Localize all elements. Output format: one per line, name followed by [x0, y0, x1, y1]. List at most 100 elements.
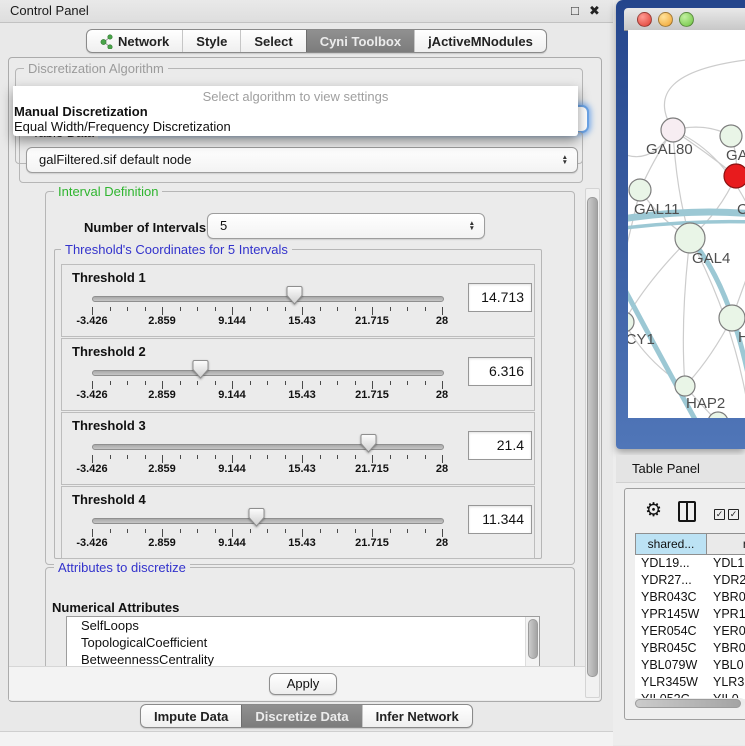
- slider-track[interactable]: [92, 370, 444, 376]
- minor-tick: [197, 381, 198, 385]
- network-window-titlebar[interactable]: [624, 8, 745, 31]
- network-node[interactable]: [724, 164, 745, 188]
- table-panel-titlebar: Table Panel: [616, 455, 745, 483]
- minor-tick: [320, 381, 321, 385]
- slider-track[interactable]: [92, 518, 444, 524]
- table-data-combobox[interactable]: galFiltered.sif default node ▲▼: [26, 147, 578, 173]
- float-icon[interactable]: □: [571, 3, 579, 18]
- table-row[interactable]: YBL079WYBL0: [635, 657, 745, 674]
- table-cell[interactable]: YBL079W: [635, 657, 707, 674]
- table-cell[interactable]: YLR3: [707, 674, 745, 691]
- panel-scrollbar-thumb[interactable]: [587, 197, 598, 677]
- minor-tick: [215, 307, 216, 311]
- tab-label: jActiveMNodules: [428, 34, 533, 49]
- table-cell[interactable]: YBR045C: [635, 640, 707, 657]
- slider-track[interactable]: [92, 444, 444, 450]
- tab-cyni-toolbox[interactable]: Cyni Toolbox: [306, 30, 414, 52]
- tab-impute-data[interactable]: Impute Data: [141, 705, 241, 727]
- checkbox-icon[interactable]: ✓: [714, 509, 725, 520]
- tab-discretize-data[interactable]: Discretize Data: [241, 705, 361, 727]
- table-row[interactable]: YER054CYER0: [635, 623, 745, 640]
- attribute-list-item[interactable]: SelfLoops: [67, 617, 539, 634]
- threshold-value-field[interactable]: 6.316: [468, 357, 532, 386]
- table-cell[interactable]: YER054C: [635, 623, 707, 640]
- panel-scrollbar[interactable]: [585, 188, 600, 698]
- column-header[interactable]: na: [707, 533, 745, 555]
- dropdown-placeholder-item[interactable]: Select algorithm to view settings: [13, 86, 578, 104]
- close-light[interactable]: [637, 12, 652, 27]
- network-node[interactable]: [708, 412, 728, 418]
- table-cell[interactable]: YBR0: [707, 589, 745, 606]
- slider-thumb[interactable]: [192, 360, 209, 379]
- checkbox-icon[interactable]: ✓: [728, 509, 739, 520]
- slider-thumb[interactable]: [286, 286, 303, 305]
- table-cell[interactable]: YBR043C: [635, 589, 707, 606]
- table-panel-body: ⚙ ✓ ✓ shared...na YDL19...YDL1YDR27...YD…: [624, 488, 745, 720]
- node-label: GCY1: [628, 331, 655, 348]
- slider-thumb[interactable]: [360, 434, 377, 453]
- close-icon[interactable]: ✖: [589, 3, 600, 19]
- attribute-list-item[interactable]: TopologicalCoefficient: [67, 634, 539, 651]
- table-row[interactable]: YBR043CYBR0: [635, 589, 745, 606]
- tab-label: Select: [254, 34, 292, 49]
- minor-tick: [337, 529, 338, 533]
- network-canvas[interactable]: GAL80GAGAL11CGAL4GCY1HHAP2: [628, 30, 745, 418]
- table-cell[interactable]: YPR1: [707, 606, 745, 623]
- table-cell[interactable]: YDR2: [707, 572, 745, 589]
- apply-button[interactable]: Apply: [269, 673, 337, 695]
- minor-tick: [180, 381, 181, 385]
- slider-thumb[interactable]: [248, 508, 265, 527]
- major-tick: [232, 381, 233, 389]
- network-node[interactable]: [675, 376, 695, 396]
- network-node[interactable]: [720, 125, 742, 147]
- control-panel: Control Panel □ ✖ NetworkStyleSelectCyni…: [0, 0, 613, 745]
- bottom-strip: [0, 731, 613, 746]
- table-cell[interactable]: YDL19...: [635, 555, 707, 572]
- list-scrollbar-thumb[interactable]: [528, 619, 538, 659]
- tab-network[interactable]: Network: [87, 30, 182, 52]
- table-row[interactable]: YBR045CYBR0: [635, 640, 745, 657]
- table-rows: YDL19...YDL1YDR27...YDR2YBR043CYBR0YPR14…: [635, 555, 745, 699]
- table-row[interactable]: YPR145WYPR1: [635, 606, 745, 623]
- minimize-light[interactable]: [658, 12, 673, 27]
- minor-tick: [197, 455, 198, 459]
- table-cell[interactable]: YER0: [707, 623, 745, 640]
- node-label: HAP2: [686, 395, 725, 412]
- table-cell[interactable]: YBR0: [707, 640, 745, 657]
- tab-infer-network[interactable]: Infer Network: [362, 705, 472, 727]
- number-of-intervals-combobox[interactable]: 5 ▲▼: [207, 213, 485, 239]
- tick-label: 9.144: [218, 537, 246, 549]
- network-node[interactable]: [628, 312, 634, 332]
- tick-label: 28: [436, 537, 448, 549]
- dropdown-item[interactable]: Equal Width/Frequency Discretization: [13, 119, 578, 134]
- tab-style[interactable]: Style: [182, 30, 240, 52]
- threshold-value-field[interactable]: 14.713: [468, 283, 532, 312]
- slider-ticks: [92, 455, 442, 465]
- slider-track[interactable]: [92, 296, 444, 302]
- group-title: Attributes to discretize: [54, 560, 190, 575]
- network-node[interactable]: [675, 223, 705, 253]
- tab-jactivemnodules[interactable]: jActiveMNodules: [414, 30, 546, 52]
- network-node[interactable]: [661, 118, 685, 142]
- column-header[interactable]: shared...: [635, 533, 707, 555]
- zoom-light[interactable]: [679, 12, 694, 27]
- network-node[interactable]: [629, 179, 651, 201]
- threshold-value-field[interactable]: 11.344: [468, 505, 532, 534]
- table-cell[interactable]: YLR345W: [635, 674, 707, 691]
- minor-tick: [425, 455, 426, 459]
- dropdown-item[interactable]: Manual Discretization: [13, 104, 578, 119]
- table-row[interactable]: YLR345WYLR3: [635, 674, 745, 691]
- table-cell[interactable]: YBL0: [707, 657, 745, 674]
- table-row[interactable]: YDL19...YDL1: [635, 555, 745, 572]
- table-row[interactable]: YDR27...YDR2: [635, 572, 745, 589]
- columns-icon[interactable]: [678, 501, 696, 522]
- network-node[interactable]: [719, 305, 745, 331]
- table-hscrollbar-thumb[interactable]: [635, 699, 741, 708]
- threshold-value-field[interactable]: 21.4: [468, 431, 532, 460]
- table-hscrollbar[interactable]: [633, 698, 745, 707]
- table-cell[interactable]: YDL1: [707, 555, 745, 572]
- table-cell[interactable]: YDR27...: [635, 572, 707, 589]
- tab-select[interactable]: Select: [240, 30, 305, 52]
- gear-icon[interactable]: ⚙: [645, 501, 662, 520]
- table-cell[interactable]: YPR145W: [635, 606, 707, 623]
